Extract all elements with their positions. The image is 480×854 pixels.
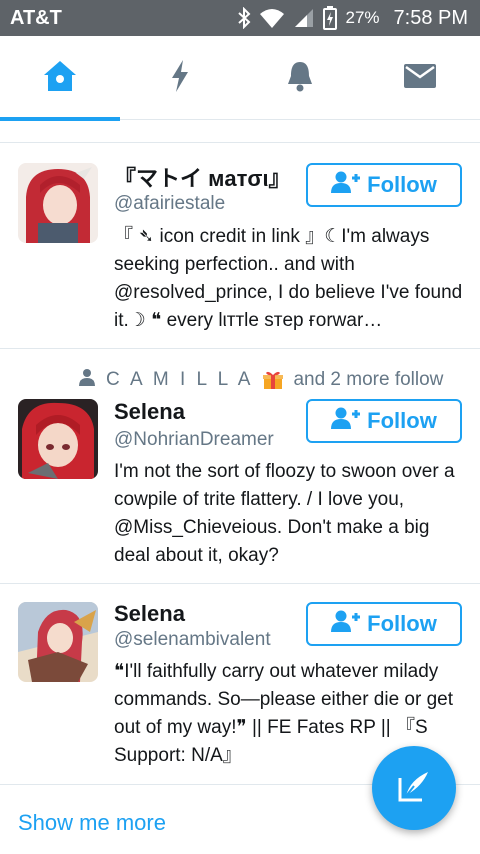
status-bar: AT&T 27% 7:58 PM [0,0,480,36]
account-bio: I'm not the sort of floozy to swoon over… [114,461,455,566]
list-item[interactable]: 『マトイ мaтσι』 @afairiestale Follow 『 ➴ ico… [0,143,480,348]
mail-icon [403,63,437,94]
follow-button[interactable]: Follow [306,602,462,646]
lightning-icon [169,59,191,98]
follow-button[interactable]: Follow [306,399,462,443]
list-item[interactable]: Selena @NohrianDreamer Follow I'm not th… [0,349,480,583]
signal-icon [293,7,315,29]
active-tab-indicator [0,117,120,121]
account-handle[interactable]: @selenambivalent [114,629,271,651]
home-icon [42,59,78,98]
status-icons: 27% 7:58 PM [237,6,468,30]
account-bio: 『 ➴ icon credit in link 』☾I'm always see… [114,226,463,331]
clock: 7:58 PM [393,6,468,29]
battery-charging-icon [323,6,338,30]
account-handle[interactable]: @afairiestale [114,193,225,215]
tab-home[interactable] [0,36,120,121]
tab-bar [0,36,480,121]
tab-moments[interactable] [120,36,240,120]
carrier-label: AT&T [10,7,62,29]
follow-button[interactable]: Follow [306,163,462,207]
avatar[interactable] [18,399,98,479]
account-handle[interactable]: @NohrianDreamer [114,429,274,451]
wifi-icon [259,7,285,29]
add-user-icon [331,609,361,639]
follow-button-label: Follow [367,172,437,197]
avatar[interactable] [18,163,98,243]
account-name[interactable]: Selena [114,601,185,627]
tab-notifications[interactable] [240,36,360,120]
compose-tweet-button[interactable] [372,746,456,830]
bell-icon [285,59,315,98]
follow-button-label: Follow [367,408,437,433]
account-name[interactable]: Selena [114,399,185,425]
bluetooth-icon [237,7,251,29]
battery-percent: 27% [345,8,380,27]
avatar[interactable] [18,602,98,682]
follow-button-label: Follow [367,611,437,636]
add-user-icon [331,406,361,436]
show-more-link[interactable]: Show me more [18,810,166,836]
tab-messages[interactable] [360,36,480,120]
add-user-icon [331,170,361,200]
compose-tweet-icon [394,766,434,811]
account-name[interactable]: 『マトイ мaтσι』 [114,161,291,193]
